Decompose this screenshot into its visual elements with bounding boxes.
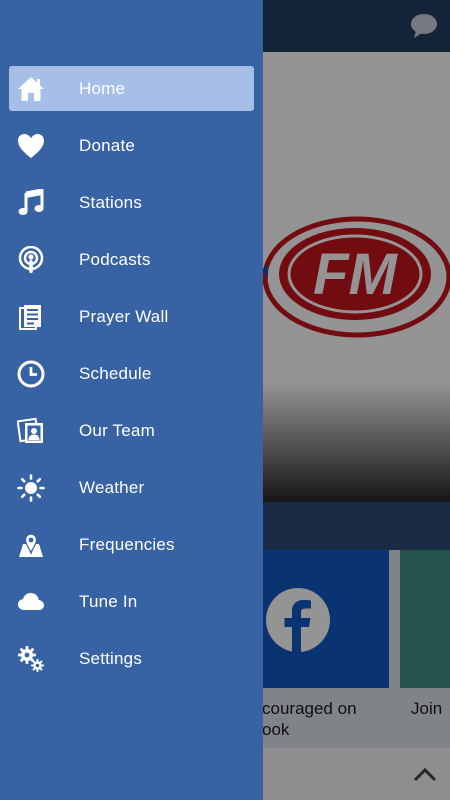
menu-item-label: Stations [79, 192, 143, 212]
menu-item-label: Tune In [79, 591, 138, 611]
document-icon [16, 302, 46, 332]
clock-icon [16, 359, 46, 389]
menu-item-schedule[interactable]: Schedule [0, 345, 263, 402]
heart-icon [16, 131, 46, 161]
navigation-drawer: Home Donate Stations Podcasts Prayer Wal [0, 0, 263, 800]
cloud-icon [16, 587, 46, 617]
gears-icon [16, 644, 46, 674]
menu-item-our-team[interactable]: Our Team [0, 402, 263, 459]
podcast-icon [16, 245, 46, 275]
menu-item-label: Podcasts [79, 249, 151, 269]
menu-item-label: Home [79, 78, 126, 98]
music-note-icon [16, 188, 46, 218]
menu-item-label: Prayer Wall [79, 306, 169, 326]
menu-item-prayer-wall[interactable]: Prayer Wall [0, 288, 263, 345]
map-pin-icon [16, 530, 46, 560]
sun-icon [16, 473, 46, 503]
menu-item-tune-in[interactable]: Tune In [0, 573, 263, 630]
menu-item-settings[interactable]: Settings [0, 630, 263, 687]
drawer-menu: Home Donate Stations Podcasts Prayer Wal [0, 60, 263, 687]
menu-item-home[interactable]: Home [0, 60, 263, 117]
menu-item-label: Our Team [79, 420, 155, 440]
menu-item-label: Settings [79, 648, 143, 668]
menu-item-frequencies[interactable]: Frequencies [0, 516, 263, 573]
menu-item-label: Donate [79, 135, 136, 155]
team-photo-icon [16, 416, 46, 446]
menu-item-label: Frequencies [79, 534, 175, 554]
menu-item-label: Schedule [79, 363, 152, 383]
menu-item-weather[interactable]: Weather [0, 459, 263, 516]
home-icon [16, 74, 46, 104]
menu-item-stations[interactable]: Stations [0, 174, 263, 231]
menu-item-label: Weather [79, 477, 145, 497]
menu-item-podcasts[interactable]: Podcasts [0, 231, 263, 288]
menu-item-donate[interactable]: Donate [0, 117, 263, 174]
